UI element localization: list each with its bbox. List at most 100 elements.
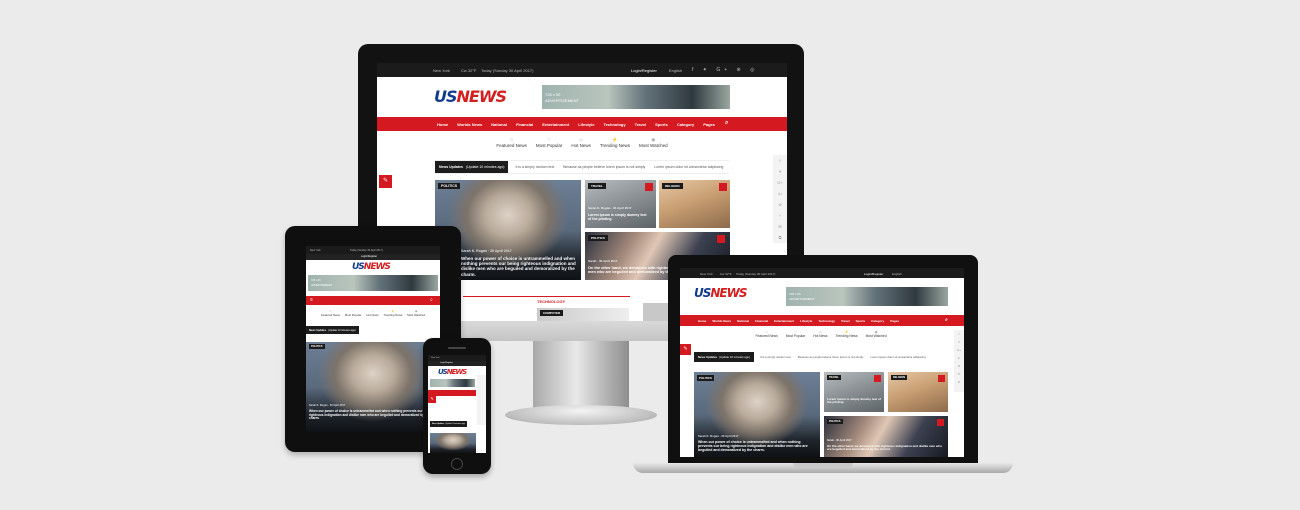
tab-most-popular[interactable]: ♡ Most Popular [536,137,563,148]
tab-trending-news[interactable]: ⚡ Trending News [384,309,403,317]
tab-trending-news[interactable]: ⚡ Trending News [836,330,858,338]
header-advertisement[interactable]: 728 x 90 ADVERTISEMENT [786,287,948,306]
language-select[interactable]: English [669,68,682,73]
share-icon[interactable]: ⧉ [773,232,787,243]
nav-item[interactable]: Pages [703,122,715,127]
pencil-icon[interactable]: ✎ [379,175,392,188]
share-icon[interactable]: ✦ [773,166,787,177]
bookmark-icon[interactable] [937,419,944,426]
tab-hot-news[interactable]: ♨ Hot News [571,137,591,148]
ticker-item[interactable]: Because as people believe lorem ipsum is… [798,355,864,359]
nav-item[interactable]: Worlds News [457,122,482,127]
nav-item[interactable]: Lifestyle [800,319,812,323]
phone-home-button[interactable] [451,458,463,470]
ticker-item[interactable]: It is a simply random text [760,355,791,359]
share-icon[interactable]: ⧉ [954,378,964,386]
nav-item[interactable]: Pages [890,319,899,323]
menu-icon[interactable]: ≡ [310,297,313,303]
category-badge[interactable]: TRAVEL [827,375,841,380]
tab-hot-news[interactable]: ♨ Hot News [366,309,378,317]
category-badge[interactable]: TRAVEL [588,183,606,189]
nav-item[interactable]: Worlds News [712,319,731,323]
category-badge[interactable]: POLITICS [438,183,461,189]
share-icon[interactable]: ✉ [773,221,787,232]
ticker-item[interactable]: It is a simply random text [515,165,554,169]
pencil-icon[interactable]: ✎ [680,344,691,355]
share-icon[interactable]: G+ [773,177,787,188]
nav-item[interactable]: Travel [635,122,647,127]
site-logo[interactable]: USNEWS [694,286,748,300]
search-icon[interactable]: ⌕ [430,297,433,303]
politics-news-card[interactable]: POLITICS Sarah · 30 April 2017 On the ot… [824,416,948,457]
language-select[interactable]: English [892,272,902,276]
nav-item[interactable]: Home [698,319,706,323]
nav-item[interactable]: Lifestyle [578,122,594,127]
nav-item[interactable]: Category [871,319,884,323]
card-title[interactable]: Lorem ipsum is simply dummy text of the … [827,397,881,405]
login-link[interactable]: Login/Register [864,272,883,276]
technology-card[interactable]: COMPUTER [537,308,629,321]
nav-item[interactable]: Technology [603,122,625,127]
tab-featured-news[interactable]: ☆ Featured News [321,309,340,317]
header-advertisement[interactable]: 728 x 90 ADVERTISEMENT [308,275,438,291]
category-badge[interactable]: POLITICS [588,235,608,241]
bookmark-icon[interactable] [645,183,653,191]
ticker-item[interactable]: Lorem ipsum dolor sit consectetur adipis… [870,355,925,359]
tab-featured-news[interactable]: ☆ Featured News [496,137,527,148]
religion-news-card[interactable]: RELIGION [659,180,730,228]
bookmark-icon[interactable] [874,375,881,382]
social-icons[interactable]: f ✦ G+ ⊛ ◎ [692,67,759,73]
header-advertisement[interactable]: 728 x 90 ADVERTISEMENT [542,85,730,109]
ticker-item[interactable]: Lorem ipsum dolor sit consectetur adipis… [654,165,723,169]
bookmark-icon[interactable] [719,183,727,191]
tab-most-watched[interactable]: ◉ Most Watched [407,309,425,317]
main-news-card[interactable]: POLITICS Sarah K. Rogan · 30 April 2017 … [306,342,440,432]
login-link[interactable]: Login/Register [440,362,453,364]
share-icon[interactable]: f [773,155,787,166]
main-news-card[interactable]: POLITICS Sarah K. Rogan · 30 April 2017 … [694,372,820,457]
card-title[interactable]: When our power of choice is untrammelled… [309,409,433,421]
login-link[interactable]: Login/Register [361,255,377,258]
category-badge[interactable]: RELIGION [891,375,908,380]
nav-item[interactable]: Travel [841,319,850,323]
ticker-item[interactable]: Because as people believe lorem ipsum is… [563,165,645,169]
nav-item[interactable]: Entertainment [542,122,569,127]
tab-hot-news[interactable]: ♨ Hot News [813,330,827,338]
nav-item[interactable]: National [491,122,507,127]
bookmark-icon[interactable] [938,375,945,382]
share-icon[interactable]: f [954,330,964,338]
nav-item[interactable]: Home [437,122,448,127]
search-icon[interactable]: ⌕ [945,317,948,323]
main-news-card[interactable] [430,433,476,453]
site-logo[interactable]: USNEWS [434,87,507,106]
nav-item[interactable]: Technology [818,319,835,323]
category-badge[interactable]: POLITICS [827,419,843,424]
tab-most-watched[interactable]: ◉ Most Watched [866,330,887,338]
nav-item[interactable]: Category [677,122,694,127]
category-badge[interactable]: POLITICS [309,344,325,349]
category-badge[interactable]: POLITICS [697,375,714,381]
pencil-icon[interactable]: ✎ [428,395,436,403]
card-title[interactable]: On the other hand, we denounce with righ… [827,444,943,452]
tab-most-popular[interactable]: ♡ Most Popular [345,309,361,317]
tab-featured-news[interactable]: ☆ Featured News [755,330,777,338]
site-logo[interactable]: USNEWS [352,262,391,272]
header-advertisement[interactable] [430,379,475,387]
share-icon[interactable]: in [954,354,964,362]
religion-news-card[interactable]: RELIGION [888,372,948,412]
nav-item[interactable]: National [737,319,749,323]
share-icon[interactable]: ✧ [773,210,787,221]
tab-trending-news[interactable]: ⚡ Trending News [600,137,630,148]
share-icon[interactable]: ⊛ [954,362,964,370]
category-badge[interactable]: COMPUTER [540,310,564,316]
category-badge[interactable]: RELIGION [662,183,683,189]
nav-item[interactable]: Financial [755,319,768,323]
nav-item[interactable]: Entertainment [774,319,794,323]
site-logo[interactable]: USNEWS [438,368,467,376]
share-icon[interactable]: G+ [954,346,964,354]
search-icon[interactable]: ⌕ [725,120,728,127]
share-icon[interactable]: ✦ [954,338,964,346]
nav-item[interactable]: Sports [655,122,668,127]
tab-most-popular[interactable]: ♡ Most Popular [786,330,805,338]
nav-item[interactable]: Sports [856,319,866,323]
